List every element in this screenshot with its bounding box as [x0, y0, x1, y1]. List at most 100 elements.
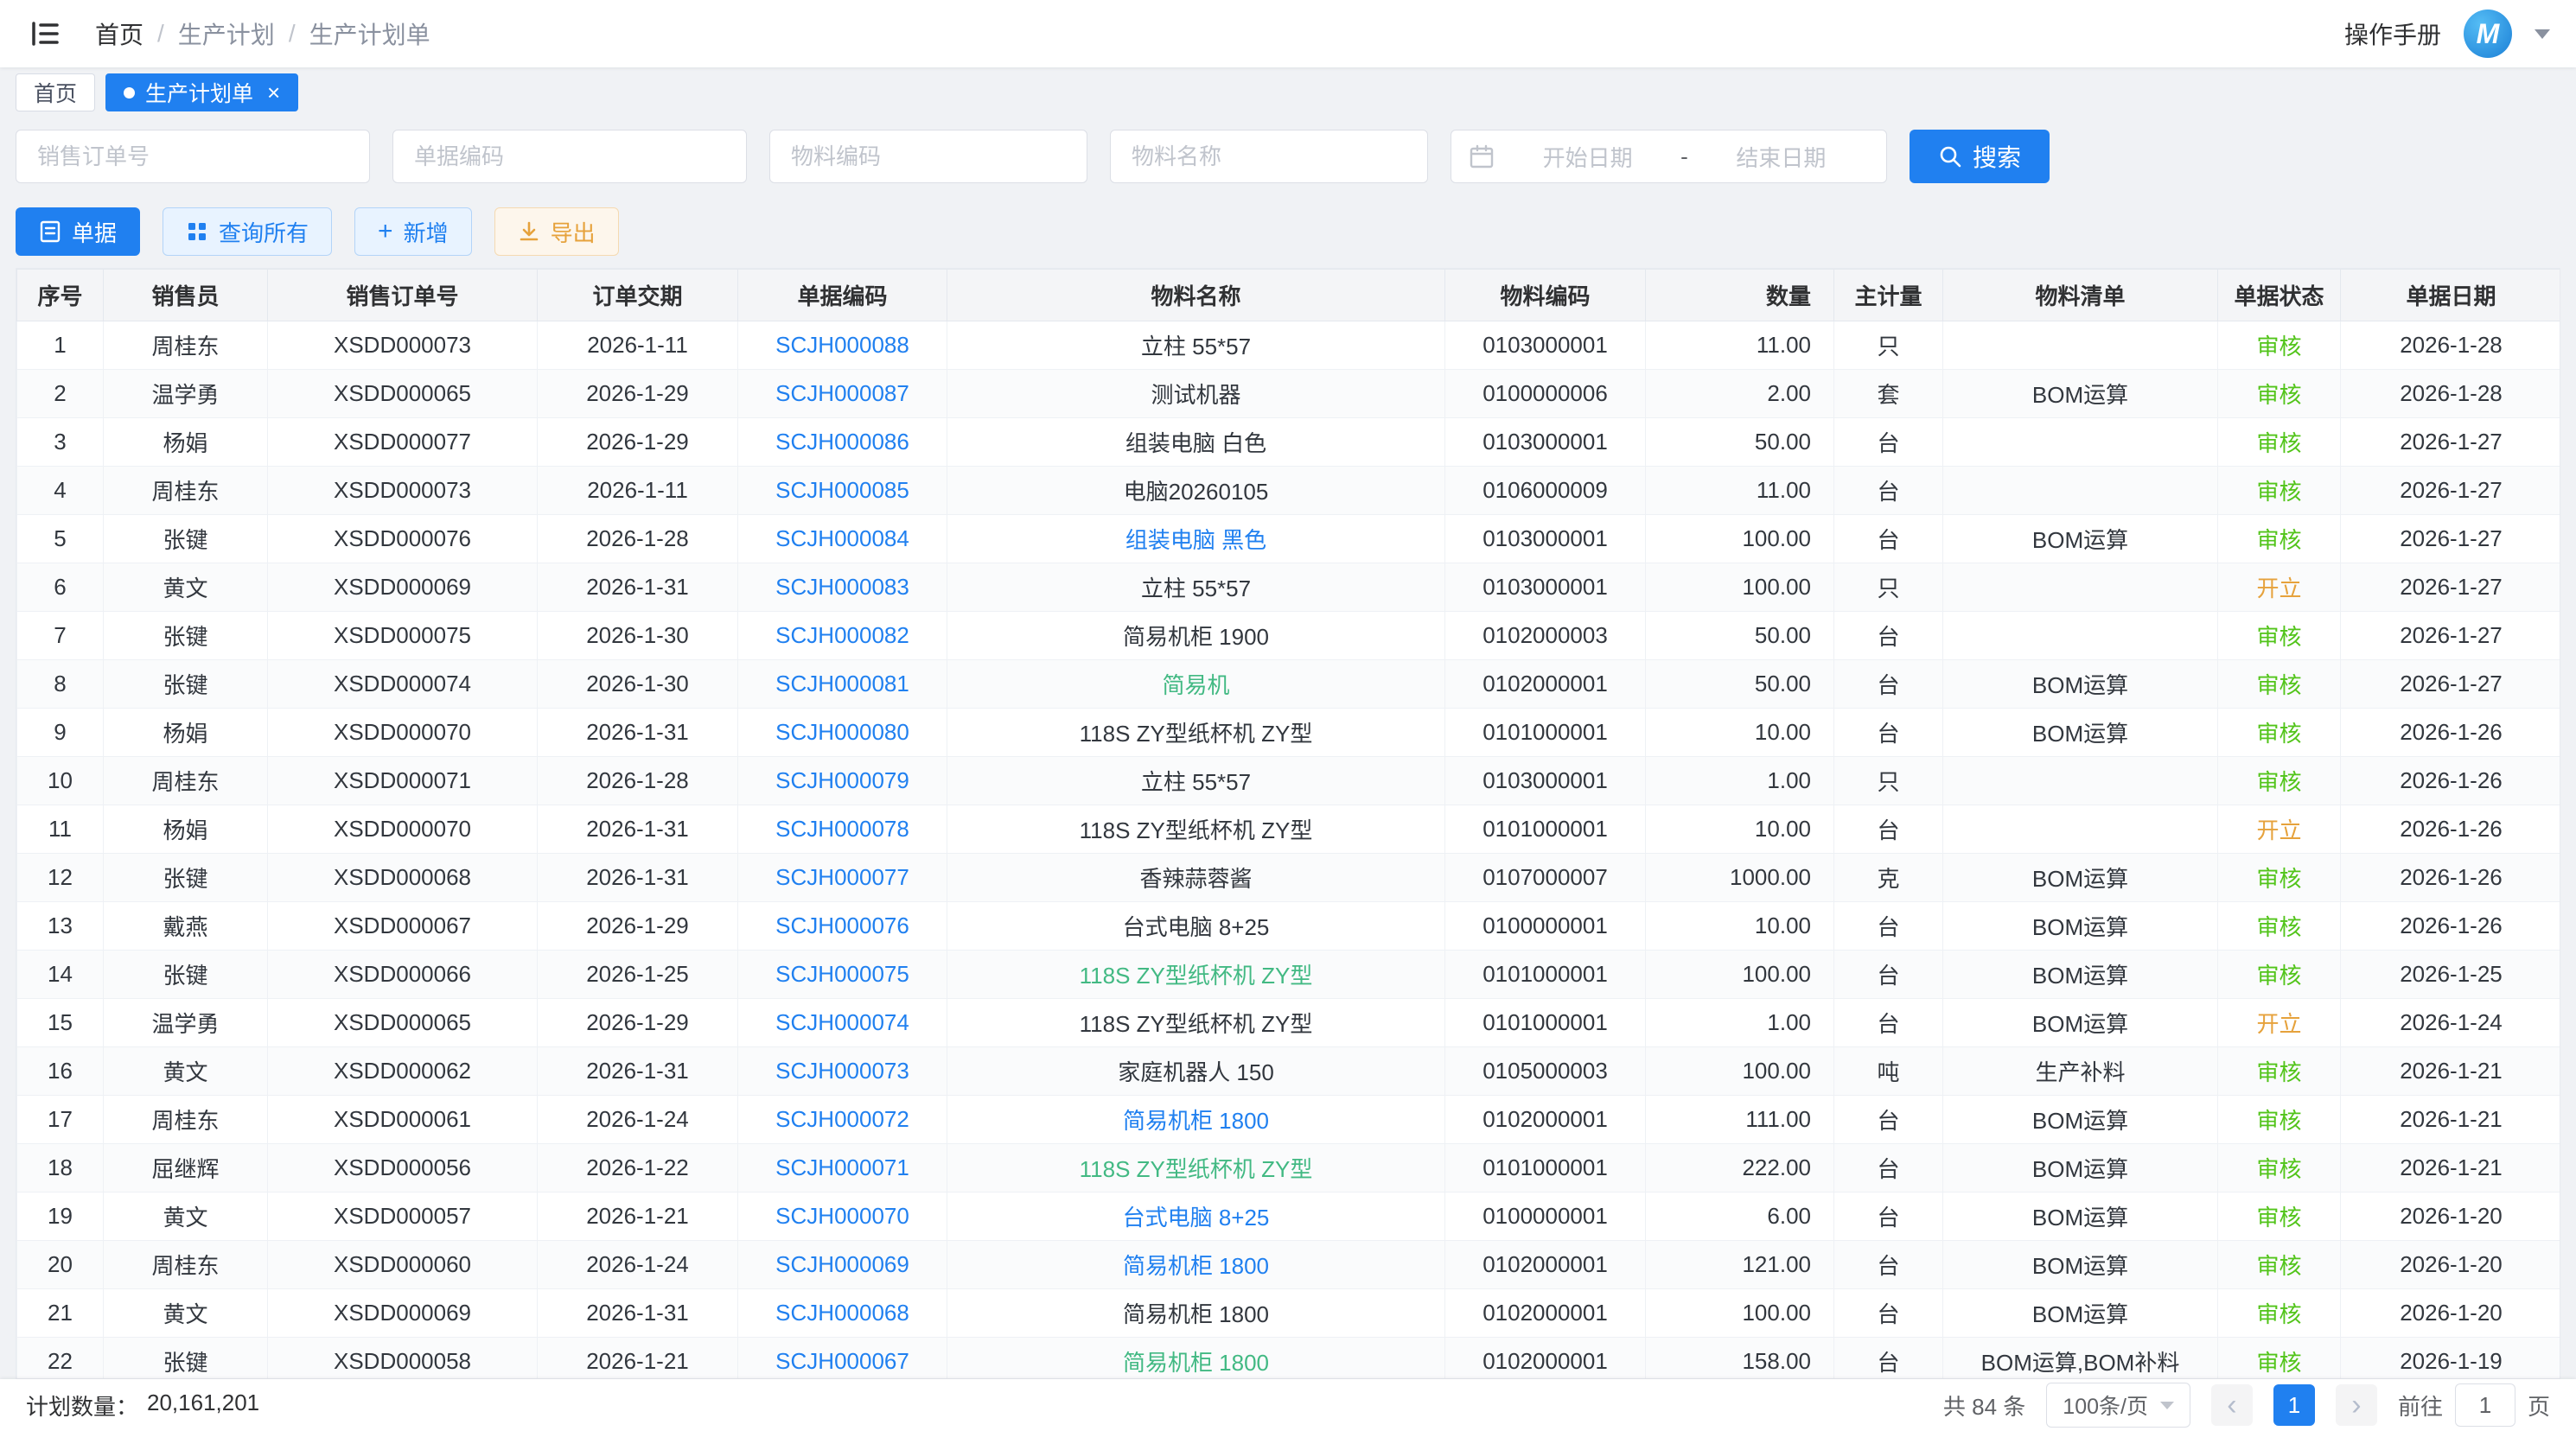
table-row[interactable]: 18屈继辉XSDD0000562026-1-22SCJH000071118S Z… [17, 1144, 2561, 1192]
breadcrumb-production-plan[interactable]: 生产计划 [178, 16, 275, 51]
material-code-input[interactable] [769, 130, 1087, 183]
doc-code-link[interactable]: SCJH000075 [775, 961, 909, 987]
table-row[interactable]: 2温学勇XSDD0000652026-1-29SCJH000087测试机器010… [17, 370, 2561, 418]
cell-due: 2026-1-11 [538, 321, 738, 370]
cell-no: 1 [17, 321, 104, 370]
add-button[interactable]: + 新增 [354, 207, 472, 256]
sales-order-input[interactable] [16, 130, 370, 183]
column-header: 物料清单 [1943, 270, 2218, 321]
user-menu-caret-icon[interactable] [2535, 29, 2550, 39]
goto-page-input[interactable] [2455, 1383, 2515, 1427]
doc-code-link[interactable]: SCJH000078 [775, 816, 909, 842]
table-row[interactable]: 22张键XSDD0000582026-1-21SCJH000067简易机柜 18… [17, 1338, 2561, 1380]
doc-code-link[interactable]: SCJH000083 [775, 574, 909, 600]
cell-bom-text: BOM运算 [2032, 672, 2128, 698]
cell-qty-text: 11.00 [1757, 477, 1811, 503]
table-row[interactable]: 1周桂东XSDD0000732026-1-11SCJH000088立柱 55*5… [17, 321, 2561, 370]
doc-code-link[interactable]: SCJH000071 [775, 1154, 909, 1180]
table-row[interactable]: 14张键XSDD0000662026-1-25SCJH000075118S ZY… [17, 951, 2561, 999]
table-row[interactable]: 19黄文XSDD0000572026-1-21SCJH000070台式电脑 8+… [17, 1192, 2561, 1241]
table-row[interactable]: 13戴燕XSDD0000672026-1-29SCJH000076台式电脑 8+… [17, 902, 2561, 951]
cell-order: XSDD000056 [268, 1144, 538, 1192]
table-row[interactable]: 16黄文XSDD0000622026-1-31SCJH000073家庭机器人 1… [17, 1047, 2561, 1096]
doc-code-link[interactable]: SCJH000067 [775, 1348, 909, 1374]
table-row[interactable]: 8张键XSDD0000742026-1-30SCJH000081简易机01020… [17, 660, 2561, 709]
table-row[interactable]: 11杨娟XSDD0000702026-1-31SCJH000078118S ZY… [17, 805, 2561, 854]
doc-code-link[interactable]: SCJH000081 [775, 671, 909, 696]
cell-no-text: 2 [54, 380, 66, 406]
doc-code-link[interactable]: SCJH000082 [775, 622, 909, 648]
cell-material: 简易机柜 1800 [947, 1338, 1445, 1380]
doc-code-link[interactable]: SCJH000088 [775, 332, 909, 358]
material-name-link[interactable]: 简易机柜 1800 [1123, 1108, 1269, 1134]
doc-code-link[interactable]: SCJH000077 [775, 864, 909, 890]
plus-icon: + [378, 219, 393, 245]
cell-status: 审核 [2218, 467, 2341, 515]
table-row[interactable]: 21黄文XSDD0000692026-1-31SCJH000068简易机柜 18… [17, 1289, 2561, 1338]
cell-due: 2026-1-25 [538, 951, 738, 999]
material-name-link[interactable]: 台式电脑 8+25 [1123, 1205, 1270, 1231]
doc-code-link[interactable]: SCJH000084 [775, 525, 909, 551]
search-button[interactable]: 搜索 [1910, 130, 2050, 183]
table-row[interactable]: 5张键XSDD0000762026-1-28SCJH000084组装电脑 黑色0… [17, 515, 2561, 563]
table-row[interactable]: 10周桂东XSDD0000712026-1-28SCJH000079立柱 55*… [17, 757, 2561, 805]
doc-code-link[interactable]: SCJH000073 [775, 1058, 909, 1084]
cell-date-text: 2026-1-21 [2400, 1154, 2503, 1180]
prev-page-button[interactable]: ‹ [2211, 1384, 2253, 1426]
doc-code-input[interactable] [392, 130, 747, 183]
page-size-select[interactable]: 100条/页 [2046, 1383, 2190, 1428]
next-page-button[interactable]: › [2336, 1384, 2377, 1426]
cell-sales-text: 周桂东 [151, 479, 219, 505]
cell-status: 审核 [2218, 1047, 2341, 1096]
sidebar-collapse-icon[interactable] [26, 15, 64, 53]
table-row[interactable]: 12张键XSDD0000682026-1-31SCJH000077香辣蒜蓉酱01… [17, 854, 2561, 902]
material-name-input[interactable] [1110, 130, 1428, 183]
cell-sales-text: 张键 [163, 963, 207, 989]
table-row[interactable]: 6黄文XSDD0000692026-1-31SCJH000083立柱 55*57… [17, 563, 2561, 612]
table-row[interactable]: 9杨娟XSDD0000702026-1-31SCJH000080118S ZY型… [17, 709, 2561, 757]
manual-link[interactable]: 操作手册 [2344, 16, 2441, 51]
tab-production-plan-order[interactable]: 生产计划单 × [105, 73, 298, 111]
cell-qty: 100.00 [1646, 563, 1834, 612]
doc-code-link[interactable]: SCJH000079 [775, 767, 909, 793]
doc-code-link[interactable]: SCJH000070 [775, 1203, 909, 1229]
material-name-link[interactable]: 组装电脑 黑色 [1125, 527, 1266, 553]
table-row[interactable]: 20周桂东XSDD0000602026-1-24SCJH000069简易机柜 1… [17, 1241, 2561, 1289]
doc-code-link[interactable]: SCJH000085 [775, 477, 909, 503]
query-all-button[interactable]: 查询所有 [163, 207, 332, 256]
cell-sales-text: 周桂东 [151, 1253, 219, 1279]
start-date-placeholder[interactable]: 开始日期 [1500, 141, 1675, 173]
document-button[interactable]: 单据 [16, 207, 140, 256]
cell-bom-text: BOM运算,BOM补料 [1981, 1350, 2180, 1376]
tab-close-icon[interactable]: × [267, 81, 280, 104]
material-name-link[interactable]: 简易机柜 1800 [1123, 1253, 1269, 1279]
cell-bom [1943, 563, 2218, 612]
doc-code-link[interactable]: SCJH000086 [775, 429, 909, 455]
doc-code-link[interactable]: SCJH000076 [775, 913, 909, 938]
cell-order-text: XSDD000061 [334, 1106, 471, 1132]
table-row[interactable]: 4周桂东XSDD0000732026-1-11SCJH000085电脑20260… [17, 467, 2561, 515]
cell-material: 立柱 55*57 [947, 757, 1445, 805]
avatar[interactable]: M [2464, 10, 2512, 58]
table-row[interactable]: 15温学勇XSDD0000652026-1-29SCJH000074118S Z… [17, 999, 2561, 1047]
breadcrumb-home[interactable]: 首页 [95, 16, 143, 51]
end-date-placeholder[interactable]: 结束日期 [1693, 141, 1869, 173]
tab-home[interactable]: 首页 [16, 73, 95, 111]
doc-code-link[interactable]: SCJH000069 [775, 1251, 909, 1277]
doc-code-link[interactable]: SCJH000074 [775, 1009, 909, 1035]
cell-sales: 周桂东 [104, 321, 268, 370]
status-badge: 审核 [2256, 430, 2301, 456]
cell-date-text: 2026-1-25 [2400, 961, 2503, 987]
doc-code-link[interactable]: SCJH000072 [775, 1106, 909, 1132]
page-number-button[interactable]: 1 [2273, 1384, 2315, 1426]
date-range-picker[interactable]: 开始日期 - 结束日期 [1451, 130, 1887, 183]
table-row[interactable]: 7张键XSDD0000752026-1-30SCJH000082简易机柜 190… [17, 612, 2561, 660]
cell-bom-text: BOM运算 [2032, 963, 2128, 989]
table-row[interactable]: 17周桂东XSDD0000612026-1-24SCJH000072简易机柜 1… [17, 1096, 2561, 1144]
export-button[interactable]: 导出 [494, 207, 619, 256]
doc-code-link[interactable]: SCJH000087 [775, 380, 909, 406]
doc-code-link[interactable]: SCJH000080 [775, 719, 909, 745]
status-badge: 审核 [2256, 1108, 2301, 1134]
table-row[interactable]: 3杨娟XSDD0000772026-1-29SCJH000086组装电脑 白色0… [17, 418, 2561, 467]
doc-code-link[interactable]: SCJH000068 [775, 1300, 909, 1326]
